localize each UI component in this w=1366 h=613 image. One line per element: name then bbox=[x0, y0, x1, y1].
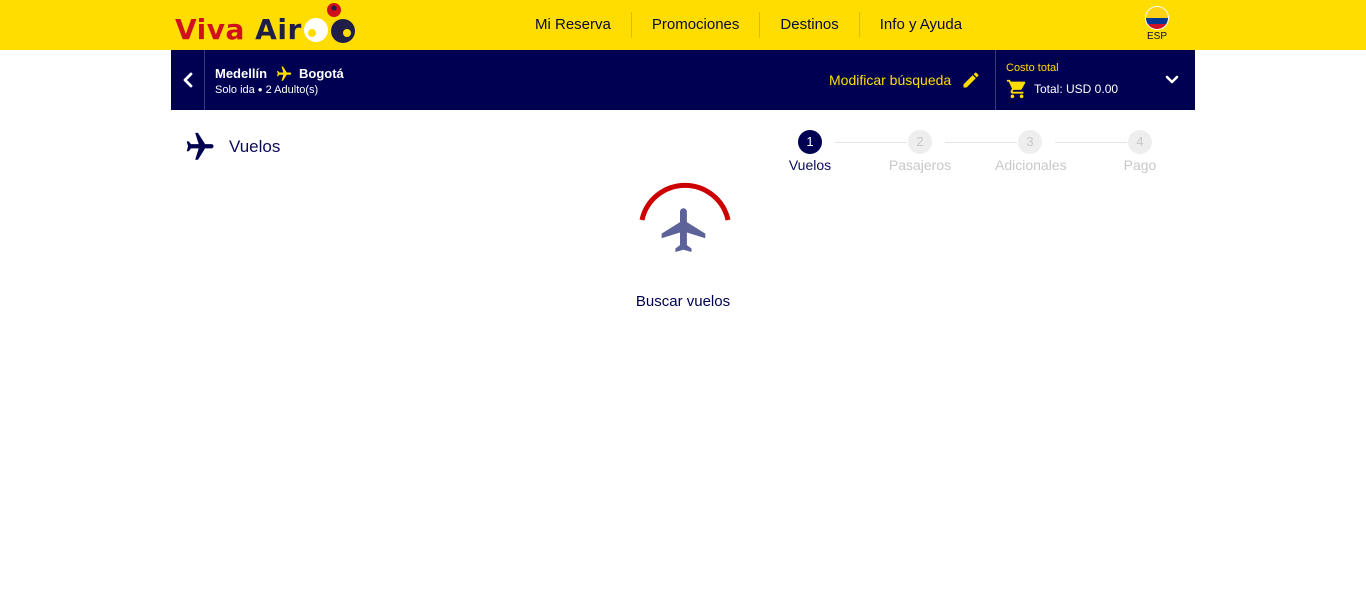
search-summary-bar: Medellín Bogotá Solo ida ● 2 Adulto(s) Mod… bbox=[171, 50, 1195, 110]
logo-text: Viva Air bbox=[175, 14, 302, 46]
colombia-flag-icon bbox=[1145, 6, 1169, 30]
step-number: 1 bbox=[798, 130, 822, 154]
step-number: 4 bbox=[1128, 130, 1152, 154]
logo-word-viva: Viva bbox=[175, 13, 245, 46]
main-nav: Mi Reserva Promociones Destinos Info y A… bbox=[520, 12, 982, 38]
booking-steps: 1 Vuelos 2 Pasajeros 3 Adicionales 4 Pag… bbox=[780, 130, 1180, 176]
trip-type: Solo ida bbox=[215, 84, 255, 96]
step-pago: 4 Pago bbox=[1105, 130, 1175, 174]
modify-search-button[interactable]: Modificar búsqueda bbox=[829, 68, 981, 92]
step-label: Adicionales bbox=[995, 157, 1067, 173]
pencil-icon bbox=[963, 72, 979, 88]
viva-air-logo[interactable]: Viva Air bbox=[175, 2, 360, 48]
step-label: Vuelos bbox=[788, 157, 832, 173]
back-button[interactable] bbox=[171, 50, 205, 110]
cost-label: Costo total bbox=[1006, 62, 1059, 74]
origin-city: Medellín bbox=[215, 66, 268, 81]
airplane-icon bbox=[273, 65, 293, 83]
step-vuelos[interactable]: 1 Vuelos bbox=[775, 130, 845, 174]
cost-summary[interactable]: Costo total Total: USD 0.00 bbox=[995, 50, 1195, 110]
language-label: ESP bbox=[1146, 31, 1167, 42]
step-adicionales: 3 Adicionales bbox=[995, 130, 1067, 174]
cart-icon bbox=[1006, 79, 1026, 99]
nav-promociones[interactable]: Promociones bbox=[630, 12, 760, 38]
nav-mi-reserva[interactable]: Mi Reserva bbox=[520, 12, 631, 38]
trip-details: Solo ida ● 2 Adulto(s) bbox=[215, 84, 319, 96]
loading-spinner bbox=[639, 182, 731, 252]
step-pasajeros: 2 Pasajeros bbox=[885, 130, 955, 174]
loading-text: Buscar vuelos bbox=[635, 293, 731, 310]
destination-city: Bogotá bbox=[299, 66, 344, 81]
cost-total-value: Total: USD 0.00 bbox=[1034, 82, 1119, 96]
section-title: Vuelos bbox=[229, 137, 281, 156]
top-header: Viva Air Mi Reserva Promociones Destinos… bbox=[0, 0, 1366, 50]
step-number: 3 bbox=[1018, 130, 1042, 154]
step-label: Pago bbox=[1123, 157, 1157, 173]
chevron-down-icon[interactable] bbox=[1165, 73, 1179, 87]
step-number: 2 bbox=[908, 130, 932, 154]
nav-destinos[interactable]: Destinos bbox=[759, 12, 858, 38]
language-selector[interactable]: ESP bbox=[1143, 6, 1171, 44]
passenger-count: 2 Adulto(s) bbox=[265, 84, 319, 96]
route-summary: Medellín Bogotá bbox=[215, 65, 344, 83]
section-heading: Vuelos bbox=[181, 131, 280, 163]
logo-dots-icon bbox=[304, 3, 355, 43]
logo-word-air: Air bbox=[255, 13, 302, 46]
step-label: Pasajeros bbox=[888, 157, 952, 173]
chevron-left-icon bbox=[183, 72, 192, 88]
airplane-icon bbox=[661, 208, 706, 252]
airplane-icon bbox=[186, 132, 214, 160]
cost-total: Total: USD 0.00 bbox=[1006, 78, 1118, 100]
nav-info-y-ayuda[interactable]: Info y Ayuda bbox=[858, 12, 982, 38]
modify-search-label: Modificar búsqueda bbox=[829, 72, 952, 88]
